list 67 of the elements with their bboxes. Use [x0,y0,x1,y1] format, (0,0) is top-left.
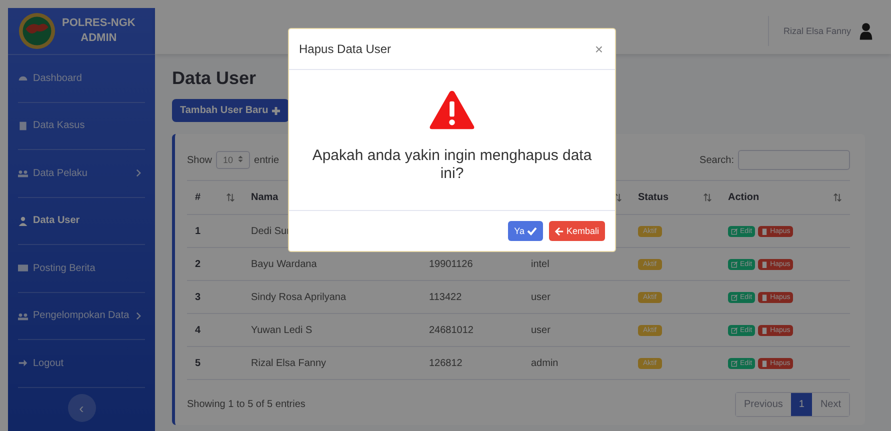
edit-icon [731,228,738,234]
entries-label: entrie [254,154,280,166]
table-cell: intel [531,258,550,270]
trash-icon [761,260,768,268]
column-header[interactable]: Nama [251,192,278,203]
user-name: Rizal Elsa Fanny [783,26,851,36]
column-header[interactable]: Status [638,192,669,203]
trash-icon [761,294,768,300]
table-cell: Bayu Wardana [251,258,317,270]
add-user-button[interactable]: Tambah User Baru [172,99,290,122]
trash-icon [761,228,768,234]
sidebar-item[interactable]: Dashboard [18,55,145,102]
users-icon [18,168,28,178]
table-cell: Sindy Rosa Aprilyana [251,292,346,302]
edit-icon [731,360,738,366]
table-cell: admin [531,358,558,368]
search-label: Search: [700,154,734,166]
cancel-button[interactable]: Kembali [549,221,605,241]
sidebar-item[interactable]: Data Kasus [18,102,145,150]
sidebar-item[interactable]: Pengelompokan Data [18,292,145,340]
dialog-message: Apakah anda yakin ingin menghapus data ini? [311,147,593,183]
sort-caret-icon [238,155,244,163]
row-number: 1 [195,226,201,236]
sidebar-item[interactable]: Logout [18,340,145,388]
edit-icon [731,326,738,334]
emblem-logo-icon [18,12,56,50]
row-number: 5 [195,358,201,368]
arrow-left-icon [555,226,564,236]
page-title: Data User [172,68,258,89]
close-button[interactable]: × [594,41,603,57]
trash-icon [761,326,768,334]
page-button[interactable]: 1 [790,393,812,416]
table-cell: user [531,324,550,336]
check-icon [527,226,538,236]
newspaper-icon [18,263,28,274]
trash-icon [761,360,768,366]
table-cell: 113422 [429,292,462,302]
table-cell: 126812 [429,358,462,368]
sidebar-item[interactable]: Data Pelaku [18,150,145,198]
users-icon [18,310,28,321]
row-number: 4 [195,324,201,336]
user-icon[interactable] [859,22,873,40]
edit-icon [731,260,738,268]
document-icon [18,120,28,131]
confirm-button[interactable]: Ya [508,221,544,241]
table-cell: 19901126 [429,258,473,270]
plus-icon [271,106,282,116]
row-number: 3 [195,292,201,302]
table-cell: Rizal Elsa Fanny [251,358,326,368]
table-info: Showing 1 to 5 of 5 entries [187,399,306,410]
table-cell: user [531,292,550,302]
warning-icon [428,89,476,131]
table-cell: Yuwan Ledi S [251,324,312,336]
brand-name: POLRES-NGK ADMIN [62,16,136,46]
row-number: 2 [195,258,201,270]
edit-icon [731,294,738,300]
sidebar-item[interactable]: Data User [18,198,145,245]
user-icon [18,216,28,226]
page-size-select[interactable]: 10 [216,151,250,169]
show-label: Show [187,154,212,166]
column-header[interactable]: Action [728,192,760,203]
column-header[interactable]: # [195,192,201,203]
sidebar-item[interactable]: Posting Berita [18,245,145,292]
table-cell: 24681012 [429,324,474,336]
logout-icon [18,358,28,368]
dialog-title: Hapus Data User [299,42,392,56]
search-field[interactable] [738,150,850,170]
